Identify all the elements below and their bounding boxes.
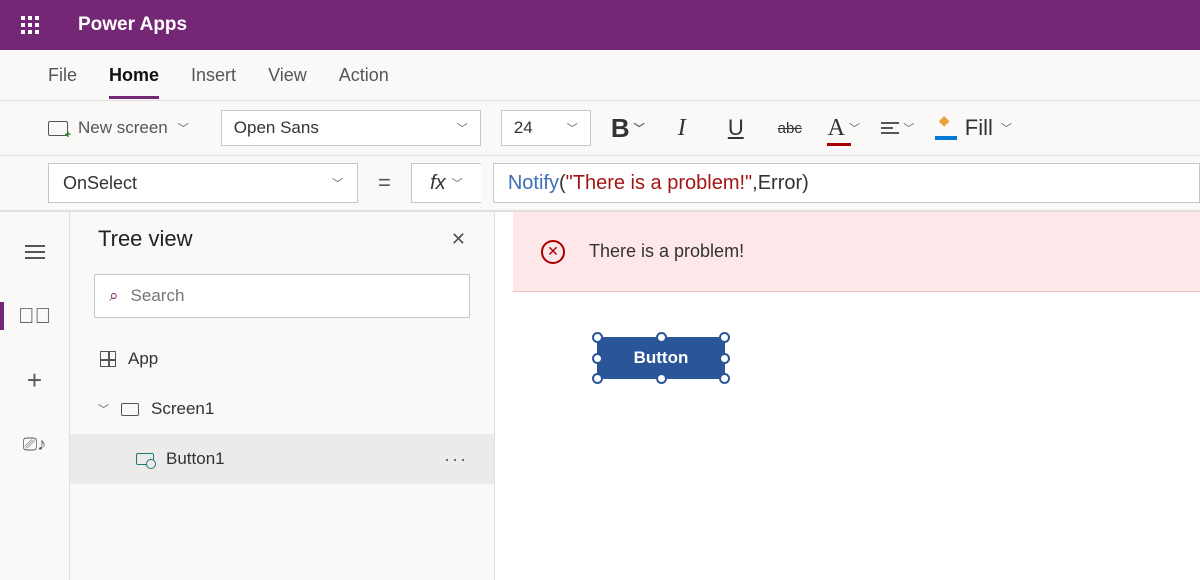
font-size-select[interactable]: 24 ﹀ <box>501 110 591 146</box>
resize-handle[interactable] <box>719 332 730 343</box>
chevron-down-icon: ﹀ <box>849 120 860 136</box>
waffle-icon[interactable] <box>10 5 50 45</box>
chevron-down-icon: ﹀ <box>178 120 189 136</box>
tree-search[interactable]: ⌕ <box>94 274 470 318</box>
tree-title: Tree view <box>98 226 193 252</box>
bold-button[interactable]: B ﹀ <box>611 113 645 144</box>
formula-bar: OnSelect ﹀ = fx ﹀ Notify( "There is a pr… <box>0 156 1200 212</box>
font-color-letter: A <box>828 115 845 142</box>
fill-label: Fill <box>965 115 993 141</box>
new-screen-button[interactable]: New screen ﹀ <box>48 118 189 138</box>
close-icon[interactable]: ✕ <box>451 229 466 250</box>
resize-handle[interactable] <box>719 373 730 384</box>
resize-handle[interactable] <box>592 353 603 364</box>
tree-node-label: App <box>128 349 158 369</box>
tree-node-screen1[interactable]: ﹀ Screen1 <box>70 384 494 434</box>
canvas-button-label: Button <box>634 348 689 368</box>
chevron-down-icon[interactable]: ﹀ <box>98 401 109 417</box>
fx-button[interactable]: fx ﹀ <box>411 163 481 203</box>
menu-action[interactable]: Action <box>339 65 389 99</box>
canvas-button[interactable]: Button <box>597 337 725 379</box>
main: ☰⃞ + ⎚♪ Tree view ✕ ⌕ App ﹀ Screen1 Butt… <box>0 212 1200 580</box>
formula-open: ( <box>559 172 566 195</box>
property-select[interactable]: OnSelect ﹀ <box>48 163 358 203</box>
search-input[interactable] <box>131 286 455 306</box>
align-icon <box>881 122 899 134</box>
screen-icon <box>121 403 139 416</box>
app-header: Power Apps <box>0 0 1200 50</box>
menu-file[interactable]: File <box>48 65 77 99</box>
search-icon: ⌕ <box>109 286 119 306</box>
resize-handle[interactable] <box>656 332 667 343</box>
font-color-button[interactable]: A ﹀ <box>827 115 861 142</box>
resize-handle[interactable] <box>592 373 603 384</box>
formula-arg: Error <box>758 172 802 195</box>
fx-label: fx <box>430 172 446 195</box>
bold-label: B <box>611 113 630 144</box>
button-icon <box>136 453 154 465</box>
chevron-down-icon: ﹀ <box>332 175 343 191</box>
italic-button[interactable]: I <box>665 115 699 142</box>
canvas[interactable]: ✕ There is a problem! Button <box>495 212 1200 580</box>
formula-string: "There is a problem!" <box>566 172 753 195</box>
toolbar: New screen ﹀ Open Sans ﹀ 24 ﹀ B ﹀ I U ab… <box>0 100 1200 156</box>
menubar: File Home Insert View Action <box>0 50 1200 100</box>
left-rail: ☰⃞ + ⎚♪ <box>0 212 70 580</box>
hamburger-icon <box>25 245 45 259</box>
align-button[interactable]: ﹀ <box>881 120 915 136</box>
chevron-down-icon: ﹀ <box>903 120 914 136</box>
rail-tree-view[interactable]: ☰⃞ <box>15 298 55 334</box>
property-value: OnSelect <box>63 173 137 194</box>
rail-hamburger[interactable] <box>15 234 55 270</box>
chevron-down-icon: ﹀ <box>1001 120 1012 136</box>
tree-node-button1[interactable]: Button1 ··· <box>70 434 494 484</box>
chevron-down-icon: ﹀ <box>452 175 463 191</box>
notification-text: There is a problem! <box>589 241 744 262</box>
app-title: Power Apps <box>78 14 187 36</box>
equals-label: = <box>370 170 399 196</box>
app-icon <box>100 351 116 367</box>
rail-insert[interactable]: + <box>15 362 55 398</box>
underline-button[interactable]: U <box>719 115 753 141</box>
rail-media[interactable]: ⎚♪ <box>15 426 55 462</box>
menu-insert[interactable]: Insert <box>191 65 236 99</box>
chevron-down-icon: ﹀ <box>457 120 468 136</box>
tree-panel: Tree view ✕ ⌕ App ﹀ Screen1 Button1 ··· <box>70 212 495 580</box>
resize-handle[interactable] <box>719 353 730 364</box>
resize-handle[interactable] <box>592 332 603 343</box>
chevron-down-icon: ﹀ <box>634 120 645 136</box>
menu-view[interactable]: View <box>268 65 307 99</box>
menu-home[interactable]: Home <box>109 65 159 99</box>
tree-node-label: Button1 <box>166 449 225 469</box>
chevron-down-icon: ﹀ <box>567 120 578 136</box>
error-icon: ✕ <box>541 240 565 264</box>
more-icon[interactable]: ··· <box>444 449 468 470</box>
notification-banner: ✕ There is a problem! <box>513 212 1200 292</box>
new-screen-label: New screen <box>78 118 168 138</box>
strikethrough-button[interactable]: abc <box>773 120 807 137</box>
fill-icon <box>935 120 957 136</box>
formula-fn: Notify <box>508 172 559 195</box>
formula-close: ) <box>802 172 809 195</box>
tree-node-app[interactable]: App <box>70 334 494 384</box>
tree-node-label: Screen1 <box>151 399 214 419</box>
font-family-select[interactable]: Open Sans ﹀ <box>221 110 481 146</box>
font-family-value: Open Sans <box>234 118 319 138</box>
formula-input[interactable]: Notify( "There is a problem!" , Error) <box>493 163 1200 203</box>
screen-plus-icon <box>48 121 68 136</box>
font-size-value: 24 <box>514 118 533 138</box>
resize-handle[interactable] <box>656 373 667 384</box>
fill-button[interactable]: Fill ﹀ <box>935 115 1012 141</box>
